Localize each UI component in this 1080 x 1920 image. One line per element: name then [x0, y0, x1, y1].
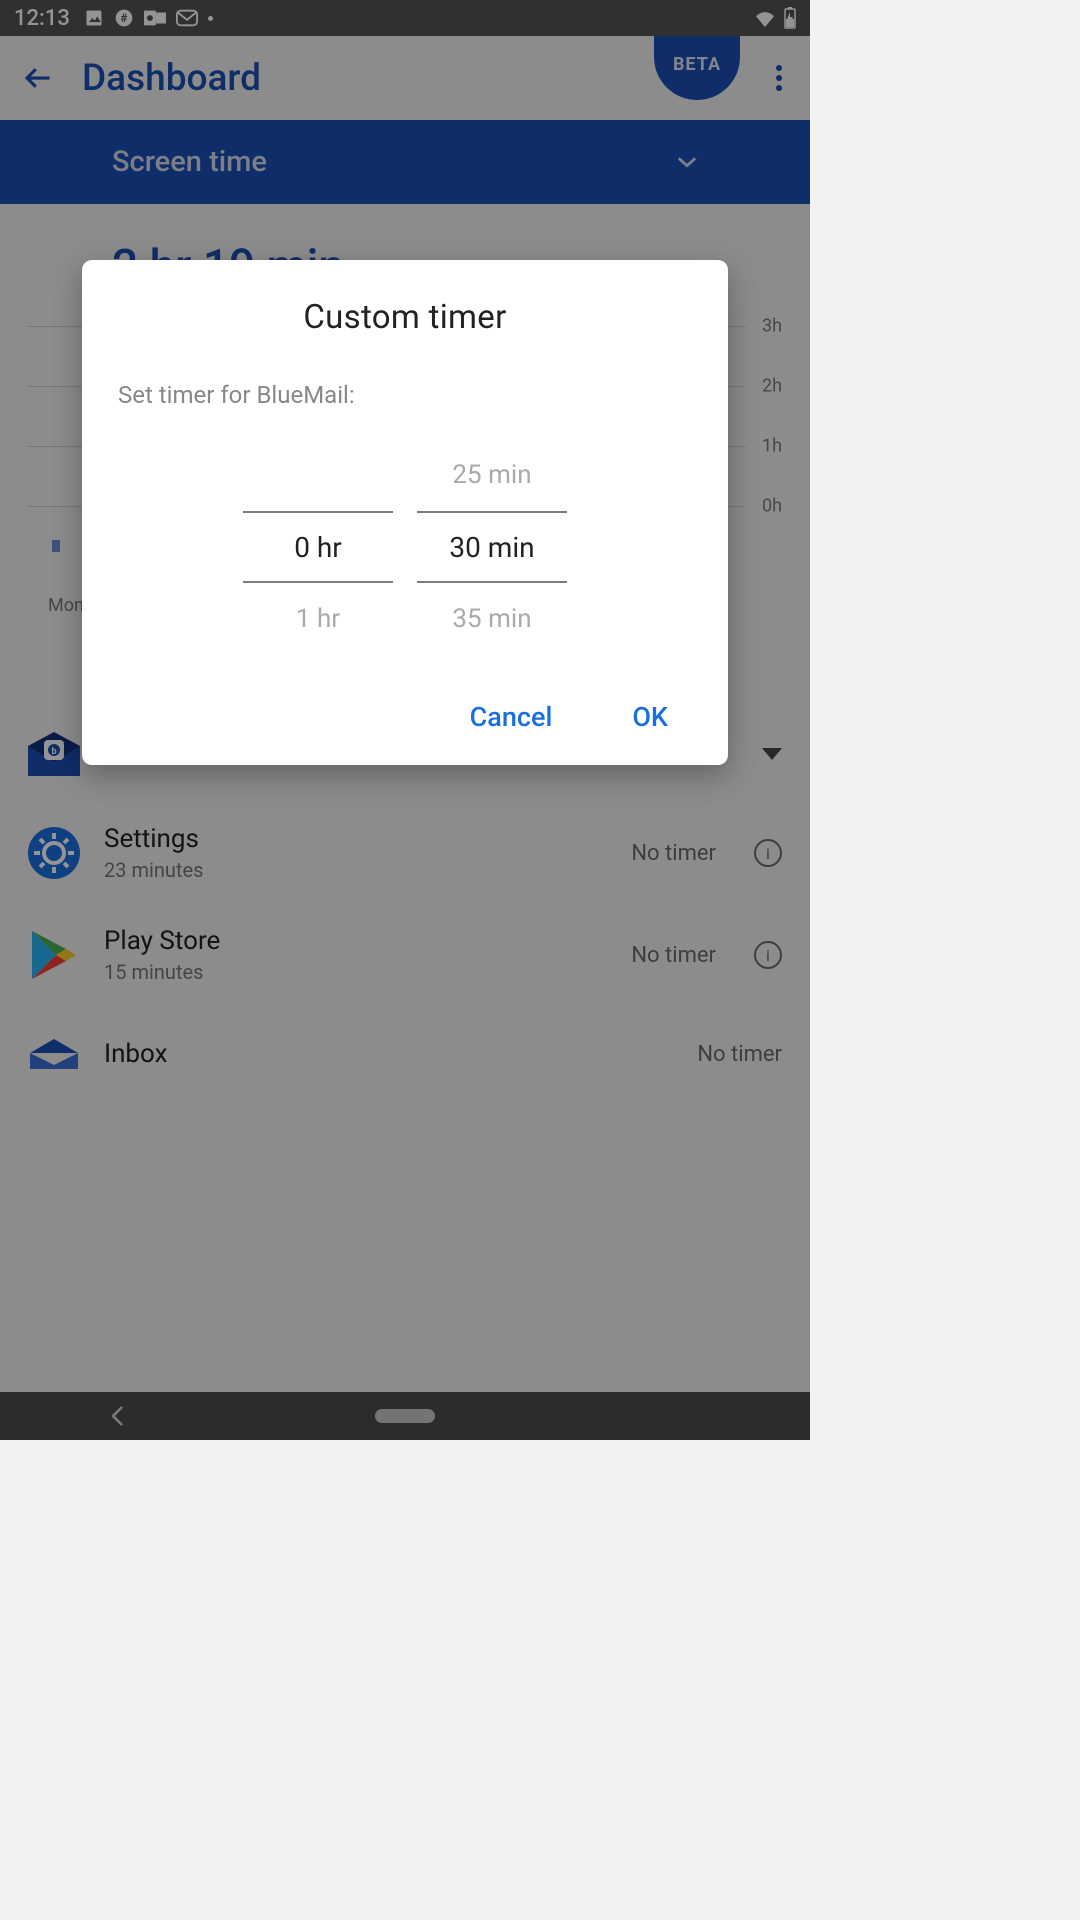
- hours-next: 1 hr: [296, 583, 340, 655]
- ok-button[interactable]: OK: [632, 701, 668, 733]
- minutes-prev: 25 min: [452, 439, 531, 511]
- cancel-button[interactable]: Cancel: [470, 701, 553, 733]
- dialog-subtitle: Set timer for BlueMail:: [82, 337, 728, 409]
- hours-picker[interactable]: 0 hr 1 hr: [243, 439, 393, 655]
- custom-timer-dialog: Custom timer Set timer for BlueMail: 0 h…: [82, 260, 728, 765]
- hours-current: 0 hr: [243, 511, 393, 583]
- minutes-current: 30 min: [417, 511, 567, 583]
- minutes-next: 35 min: [452, 583, 531, 655]
- dialog-title: Custom timer: [82, 298, 728, 337]
- minutes-picker[interactable]: 25 min 30 min 35 min: [417, 439, 567, 655]
